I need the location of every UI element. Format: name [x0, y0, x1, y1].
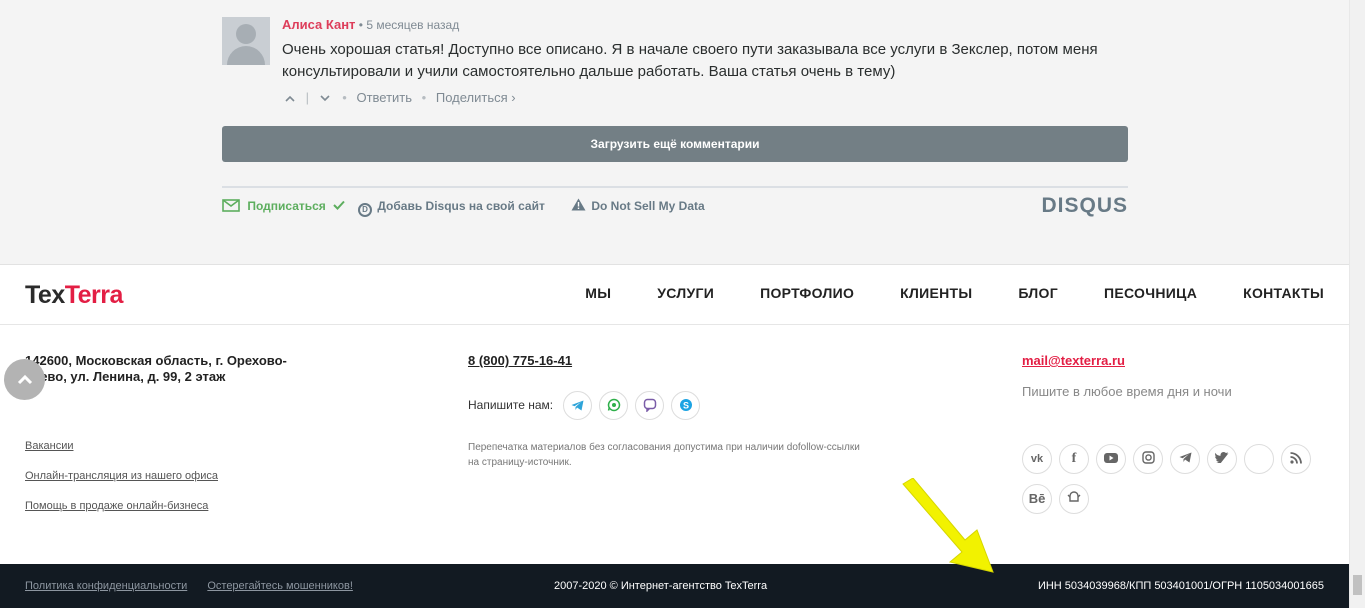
instagram-icon	[1141, 451, 1155, 464]
email-link[interactable]: mail@texterra.ru	[1022, 353, 1125, 368]
svg-text:S: S	[683, 401, 689, 411]
facebook-button[interactable]: f	[1059, 444, 1089, 474]
meta-separator: •	[358, 18, 363, 32]
chevron-down-icon	[320, 94, 330, 101]
disqus-logo[interactable]: DISQUS	[1041, 194, 1128, 218]
warning-icon	[571, 198, 586, 211]
comment-actions: | • Ответить • Поделиться ›	[282, 87, 1128, 107]
do-not-sell-link[interactable]: Do Not Sell My Data	[571, 198, 705, 214]
link-online-stream[interactable]: Онлайн-трансляция из нашего офиса	[25, 470, 218, 483]
load-more-comments-button[interactable]: Загрузить ещё комментарии	[222, 126, 1128, 162]
disqus-d-icon: D	[358, 203, 372, 217]
whatsapp-icon	[607, 398, 620, 412]
downvote-button[interactable]	[317, 88, 333, 108]
scroll-to-top-button[interactable]	[4, 359, 45, 400]
pikabu-button[interactable]	[1059, 484, 1089, 514]
rss-button[interactable]	[1281, 444, 1311, 474]
youtube-button[interactable]	[1096, 444, 1126, 474]
nav-item-services[interactable]: УСЛУГИ	[657, 285, 714, 301]
write-us-label: Напишите нам:	[468, 398, 554, 412]
nav-item-contacts[interactable]: КОНТАКТЫ	[1243, 285, 1324, 301]
reprint-note: Перепечатка материалов без согласования …	[468, 442, 860, 468]
vote-divider: |	[305, 89, 310, 105]
chevron-up-icon	[285, 95, 295, 102]
comment-text: Очень хорошая статья! Доступно все описа…	[282, 41, 1098, 80]
viber-button[interactable]	[635, 390, 665, 420]
logo-tex: Tex	[25, 281, 65, 309]
pikabu-icon	[1067, 491, 1081, 502]
footer-nav-bar: TexTerra МЫ УСЛУГИ ПОРТФОЛИО КЛИЕНТЫ БЛО…	[0, 265, 1349, 325]
nav-item-blog[interactable]: БЛОГ	[1018, 285, 1058, 301]
footer-links: Вакансии Онлайн-трансляция из нашего офи…	[25, 440, 218, 530]
bottom-links: Политика конфиденциальности Остерегайтес…	[25, 580, 370, 592]
upvote-button[interactable]	[282, 88, 298, 108]
whatsapp-button[interactable]	[599, 390, 629, 420]
rss-icon	[1290, 452, 1302, 464]
telegram-icon	[1179, 452, 1191, 463]
annotation-arrow-icon	[902, 478, 994, 573]
comment-time[interactable]: 5 месяцев назад	[366, 18, 459, 32]
subscribe-button[interactable]: Подписаться	[222, 198, 345, 214]
skype-button[interactable]: S	[671, 390, 701, 420]
nav-item-sandbox[interactable]: ПЕСОЧНИЦА	[1104, 285, 1197, 301]
do-not-sell-label: Do Not Sell My Data	[591, 199, 705, 213]
privacy-policy-link[interactable]: Политика конфиденциальности	[25, 580, 187, 592]
disqus-comments-section: Алиса Кант • 5 месяцев назад Очень хорош…	[0, 0, 1349, 265]
chevron-up-icon	[17, 374, 32, 385]
nav-item-clients[interactable]: КЛИЕНТЫ	[900, 285, 972, 301]
fraud-warning-link[interactable]: Остерегайтесь мошенников!	[207, 580, 353, 592]
email-note: Пишите в любое время дня и ночи	[1022, 384, 1232, 399]
scrollbar-thumb[interactable]	[1353, 575, 1362, 595]
behance-button[interactable]: Bē	[1022, 484, 1052, 514]
instagram-button[interactable]	[1133, 444, 1163, 474]
subscribe-label: Подписаться	[247, 199, 326, 213]
texterra-logo[interactable]: TexTerra	[25, 281, 123, 310]
office-address: 142600, Московская область, г. Орехово-З…	[25, 353, 287, 384]
disqus-footer: Подписаться D Добавь Disqus на свой сайт…	[222, 186, 1128, 220]
link-business-sale-help[interactable]: Помощь в продаже онлайн-бизнеса	[25, 500, 218, 513]
reply-button[interactable]: Ответить	[356, 88, 412, 108]
legal-ids: ИНН 5034039968/КПП 503401001/ОГРН 110503…	[1037, 580, 1324, 592]
youtube-icon	[1104, 453, 1118, 463]
footer-body: 142600, Московская область, г. Орехово-З…	[0, 326, 1349, 564]
copyright: 2007-2020 © Интернет-агентство TexTerra	[554, 580, 768, 592]
add-disqus-label: Добавь Disqus на свой сайт	[377, 199, 545, 213]
add-disqus-link[interactable]: D Добавь Disqus на свой сайт	[358, 198, 545, 217]
telegram-social-button[interactable]	[1170, 444, 1200, 474]
comment-author[interactable]: Алиса Кант	[282, 17, 355, 32]
blank-social-button[interactable]	[1244, 444, 1274, 474]
avatar-head	[236, 24, 256, 44]
avatar[interactable]	[222, 17, 270, 65]
comment-body: Алиса Кант • 5 месяцев назад Очень хорош…	[282, 17, 1128, 107]
behance-icon: Bē	[1028, 491, 1046, 506]
viber-icon	[643, 398, 656, 412]
envelope-icon	[222, 199, 240, 212]
vk-button[interactable]: vk	[1022, 444, 1052, 474]
nav-item-we[interactable]: МЫ	[585, 285, 611, 301]
vk-icon: vk	[1030, 453, 1044, 465]
action-dot: •	[342, 89, 347, 105]
link-vacancies[interactable]: Вакансии	[25, 440, 218, 453]
skype-icon: S	[679, 399, 692, 411]
telegram-icon	[571, 400, 584, 410]
twitter-icon	[1215, 452, 1229, 465]
nav-item-portfolio[interactable]: ПОРТФОЛИО	[760, 285, 854, 301]
checkmark-icon	[333, 200, 345, 210]
window-scrollbar[interactable]	[1349, 0, 1365, 608]
facebook-icon: f	[1071, 451, 1077, 466]
action-dot: •	[421, 89, 427, 105]
avatar-body	[227, 46, 265, 65]
phone-link[interactable]: 8 (800) 775-16-41	[468, 353, 572, 368]
nav-menu: МЫ УСЛУГИ ПОРТФОЛИО КЛИЕНТЫ БЛОГ ПЕСОЧНИ…	[539, 285, 1324, 301]
bottom-bar: Политика конфиденциальности Остерегайтес…	[0, 564, 1349, 608]
share-button[interactable]: Поделиться ›	[436, 88, 516, 108]
telegram-button[interactable]	[563, 390, 593, 420]
write-us-row: Напишите нам: S	[468, 390, 707, 420]
twitter-button[interactable]	[1207, 444, 1237, 474]
comment-meta: Алиса Кант • 5 месяцев назад	[282, 17, 1128, 33]
logo-terra: Terra	[64, 281, 124, 309]
